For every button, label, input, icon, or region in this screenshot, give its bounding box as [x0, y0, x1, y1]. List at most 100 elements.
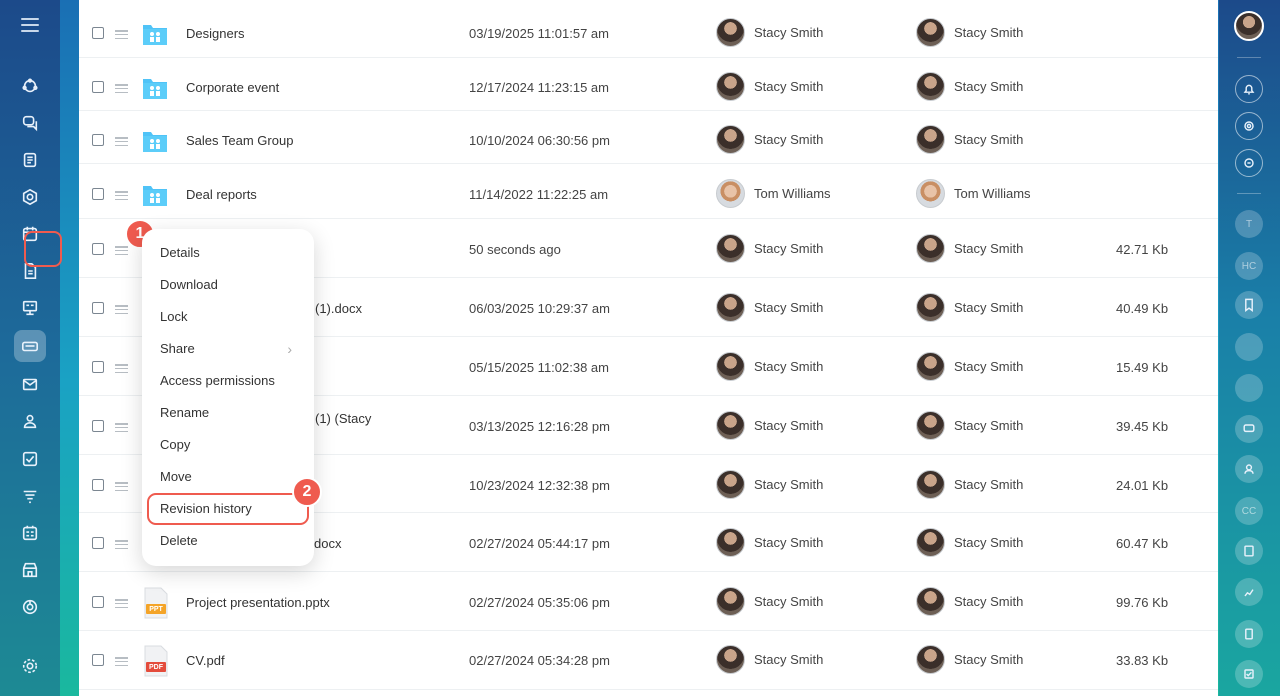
drag-handle-icon[interactable]: [115, 30, 128, 39]
file-name[interactable]: CV.pdf: [186, 653, 225, 668]
table-row[interactable]: Sales Team Group 10/10/2024 06:30:56 pm St…: [79, 111, 1218, 164]
drag-handle-icon[interactable]: [115, 246, 128, 255]
crm-filter-icon[interactable]: [14, 480, 46, 512]
row-checkbox[interactable]: [92, 188, 104, 200]
contact-avatar[interactable]: [1235, 333, 1263, 361]
table-row[interactable]: Designers 03/19/2025 11:01:57 am Stacy Smi…: [79, 4, 1218, 58]
current-user-avatar[interactable]: [1234, 11, 1264, 41]
contact-initial-hc[interactable]: HC: [1235, 252, 1263, 280]
table-row[interactable]: Deal reports 11/14/2022 11:22:25 am Tom Wi…: [79, 164, 1218, 219]
created-by-user[interactable]: Stacy Smith: [716, 234, 823, 263]
created-by-user[interactable]: Stacy Smith: [716, 470, 823, 499]
created-by-user[interactable]: Stacy Smith: [716, 587, 823, 616]
row-checkbox[interactable]: [92, 27, 104, 39]
row-checkbox[interactable]: [92, 596, 104, 608]
menu-item-delete[interactable]: Delete: [142, 525, 314, 557]
chart-icon[interactable]: [1235, 578, 1263, 606]
copilot-spiral-icon[interactable]: [1235, 112, 1263, 140]
drag-handle-icon[interactable]: [115, 364, 128, 373]
group-icon[interactable]: [1235, 455, 1263, 483]
created-by-user[interactable]: Tom Williams: [716, 179, 831, 208]
modified-by-user[interactable]: Stacy Smith: [916, 125, 1023, 154]
settings-gear-icon[interactable]: [14, 650, 46, 682]
row-checkbox[interactable]: [92, 134, 104, 146]
planner-icon[interactable]: [14, 517, 46, 549]
hamburger-menu-icon[interactable]: [18, 14, 42, 36]
drag-handle-icon[interactable]: [115, 599, 128, 608]
row-checkbox[interactable]: [92, 654, 104, 666]
file-name[interactable]: Sales Team Group: [186, 133, 293, 148]
activity-stream-icon[interactable]: [14, 70, 46, 102]
menu-item-details[interactable]: Details: [142, 237, 314, 269]
store-icon[interactable]: [14, 554, 46, 586]
modified-by-user[interactable]: Stacy Smith: [916, 470, 1023, 499]
notifications-bell-icon[interactable]: [1235, 75, 1263, 103]
modified-by-user[interactable]: Tom Williams: [916, 179, 1031, 208]
row-checkbox[interactable]: [92, 420, 104, 432]
drag-handle-icon[interactable]: [115, 482, 128, 491]
feed-icon[interactable]: [14, 144, 46, 176]
menu-item-rename[interactable]: Rename: [142, 397, 314, 429]
created-by-user[interactable]: Stacy Smith: [716, 293, 823, 322]
contact-initial-t[interactable]: T: [1235, 210, 1263, 238]
file-name[interactable]: (1) (Stacy: [315, 411, 371, 426]
file-name[interactable]: Project presentation.pptx: [186, 595, 330, 610]
bookmark-icon[interactable]: [1235, 291, 1263, 319]
created-by-user[interactable]: Stacy Smith: [716, 18, 823, 47]
contacts-icon[interactable]: [14, 405, 46, 437]
row-checkbox[interactable]: [92, 243, 104, 255]
menu-item-download[interactable]: Download: [142, 269, 314, 301]
menu-item-move[interactable]: Move: [142, 461, 314, 493]
drive-icon[interactable]: [14, 330, 46, 362]
file-name[interactable]: Deal reports: [186, 187, 257, 202]
modified-by-user[interactable]: Stacy Smith: [916, 645, 1023, 674]
drag-handle-icon[interactable]: [115, 423, 128, 432]
tasks-icon[interactable]: [14, 443, 46, 475]
contact-initial-cc[interactable]: CC: [1235, 497, 1263, 525]
file-name[interactable]: Designers: [186, 26, 245, 41]
notebook-icon[interactable]: [1235, 620, 1263, 648]
boards-icon[interactable]: [14, 292, 46, 324]
chat-bubble-icon[interactable]: [1235, 415, 1263, 443]
drag-handle-icon[interactable]: [115, 191, 128, 200]
automation-icon[interactable]: [14, 591, 46, 623]
modified-by-user[interactable]: Stacy Smith: [916, 72, 1023, 101]
file-name[interactable]: docx: [314, 536, 341, 551]
contact-avatar[interactable]: [1235, 374, 1263, 402]
messenger-search-icon[interactable]: [1235, 149, 1263, 177]
row-checkbox[interactable]: [92, 81, 104, 93]
modified-by-user[interactable]: Stacy Smith: [916, 293, 1023, 322]
created-by-user[interactable]: Stacy Smith: [716, 645, 823, 674]
drag-handle-icon[interactable]: [115, 137, 128, 146]
drag-handle-icon[interactable]: [115, 657, 128, 666]
table-row[interactable]: Corporate event 12/17/2024 11:23:15 am Sta…: [79, 58, 1218, 111]
menu-item-access-permissions[interactable]: Access permissions: [142, 365, 314, 397]
created-by-user[interactable]: Stacy Smith: [716, 125, 823, 154]
collab-icon[interactable]: [14, 181, 46, 213]
drag-handle-icon[interactable]: [115, 84, 128, 93]
chat-icon[interactable]: [14, 107, 46, 139]
menu-item-share[interactable]: Share ›: [142, 333, 314, 365]
modified-by-user[interactable]: Stacy Smith: [916, 411, 1023, 440]
menu-item-copy[interactable]: Copy: [142, 429, 314, 461]
table-row[interactable]: PDF CV.pdf 02/27/2024 05:34:28 pm Stacy Smi…: [79, 631, 1218, 690]
created-by-user[interactable]: Stacy Smith: [716, 411, 823, 440]
modified-by-user[interactable]: Stacy Smith: [916, 234, 1023, 263]
checklist-icon[interactable]: [1235, 660, 1263, 688]
menu-item-lock[interactable]: Lock: [142, 301, 314, 333]
created-by-user[interactable]: Stacy Smith: [716, 528, 823, 557]
created-by-user[interactable]: Stacy Smith: [716, 72, 823, 101]
mail-icon[interactable]: [14, 368, 46, 400]
drag-handle-icon[interactable]: [115, 540, 128, 549]
row-checkbox[interactable]: [92, 537, 104, 549]
modified-by-user[interactable]: Stacy Smith: [916, 352, 1023, 381]
modified-by-user[interactable]: Stacy Smith: [916, 587, 1023, 616]
row-checkbox[interactable]: [92, 302, 104, 314]
modified-by-user[interactable]: Stacy Smith: [916, 18, 1023, 47]
row-checkbox[interactable]: [92, 361, 104, 373]
table-row[interactable]: PPT Project presentation.pptx 02/27/2024 0…: [79, 572, 1218, 631]
drag-handle-icon[interactable]: [115, 305, 128, 314]
file-name[interactable]: (1).docx: [315, 301, 362, 316]
spreadsheet-icon[interactable]: [1235, 537, 1263, 565]
row-checkbox[interactable]: [92, 479, 104, 491]
